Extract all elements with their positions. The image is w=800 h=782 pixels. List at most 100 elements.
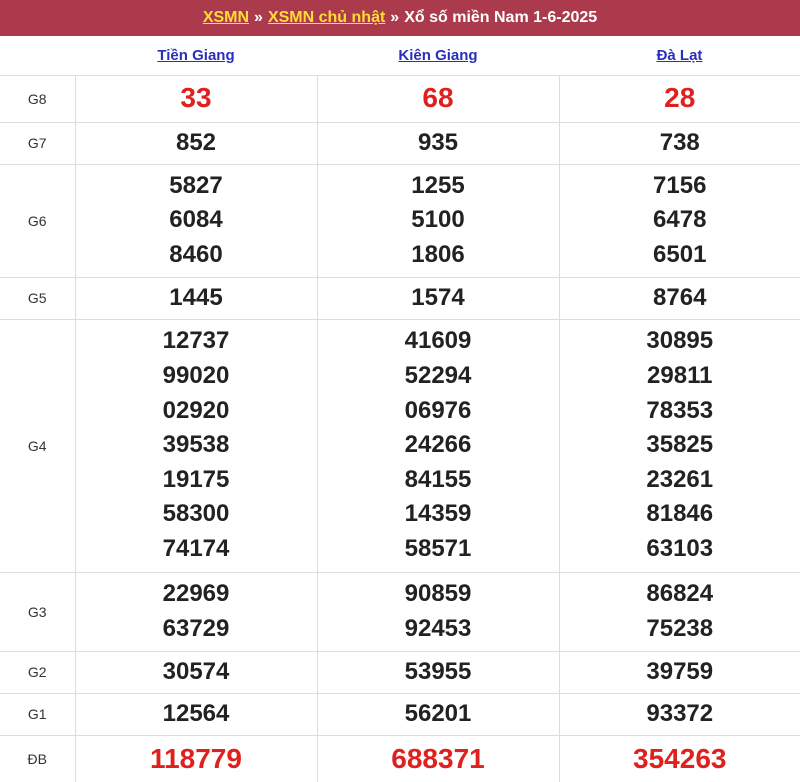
result-cell: 86824 75238 <box>558 572 800 652</box>
prize-label: G5 <box>0 277 75 320</box>
prize-label: ĐB <box>0 735 75 782</box>
result-cell: 30574 <box>74 651 317 694</box>
result-cell: 7156 6478 6501 <box>558 164 800 278</box>
result-number: 5827 <box>169 171 223 199</box>
result-number: 63729 <box>162 614 230 642</box>
result-cell: 1574 <box>316 277 559 320</box>
result-cell: 93372 <box>558 693 800 736</box>
result-number: 7156 <box>653 171 707 199</box>
result-number: 6478 <box>653 206 707 234</box>
result-number: 1806 <box>411 240 465 268</box>
result-cell: 12737 99020 02920 39538 19175 58300 74174 <box>74 319 317 573</box>
province-link-da-lat[interactable]: Đà Lạt <box>657 47 703 64</box>
result-cell: 39759 <box>558 651 800 694</box>
results-table: Tiền Giang Kiên Giang Đà Lạt G8 33 68 28 G7 8… <box>0 36 800 782</box>
result-cell: 688371 <box>316 735 559 782</box>
result-number: 78353 <box>646 396 714 424</box>
result-number: 84155 <box>404 465 472 493</box>
result-cell: 12564 <box>74 693 317 736</box>
province-header: Tiền Giang <box>75 36 317 76</box>
result-cell: 33 <box>74 75 317 123</box>
result-number: 8460 <box>169 240 223 268</box>
result-number: 92453 <box>404 614 472 642</box>
page-header: XSMN » XSMN chủ nhật » Xổ số miền Nam 1-… <box>0 0 800 36</box>
result-number: 24266 <box>404 431 472 459</box>
result-number: 118779 <box>150 742 242 774</box>
page-title: Xổ số miền Nam 1-6-2025 <box>404 9 598 26</box>
result-cell: 56201 <box>316 693 559 736</box>
result-cell: 8764 <box>558 277 800 320</box>
result-number: 63103 <box>646 534 714 562</box>
result-number: 58571 <box>404 534 472 562</box>
province-header-row: Tiền Giang Kiên Giang Đà Lạt <box>0 36 800 76</box>
prize-row-g2: G2 30574 53955 39759 <box>0 651 800 694</box>
result-number: 29811 <box>647 362 713 390</box>
prize-label: G2 <box>0 651 75 694</box>
result-number: 90859 <box>404 579 472 607</box>
prize-row-đb: ĐB 118779 688371 354263 <box>0 735 800 782</box>
province-link-tien-giang[interactable]: Tiền Giang <box>157 47 234 64</box>
prize-row-g3: G3 22969 63729 90859 92453 86824 75238 <box>0 572 800 652</box>
result-number: 6084 <box>169 206 223 234</box>
result-number: 688371 <box>391 742 485 774</box>
result-number: 12737 <box>162 327 230 355</box>
result-number: 12564 <box>162 699 230 727</box>
prize-row-g8: G8 33 68 28 <box>0 75 800 123</box>
prize-label: G6 <box>0 164 75 278</box>
prize-row-g7: G7 852 935 738 <box>0 122 800 165</box>
result-number: 86824 <box>646 579 714 607</box>
prize-label: G3 <box>0 572 75 652</box>
result-number: 02920 <box>162 396 230 424</box>
result-number: 1574 <box>411 283 465 311</box>
result-number: 354263 <box>633 742 727 774</box>
result-number: 93372 <box>646 699 714 727</box>
breadcrumb-separator: » <box>390 9 400 26</box>
prize-row-g5: G5 1445 1574 8764 <box>0 277 800 320</box>
result-number: 1255 <box>411 171 465 199</box>
result-cell: 354263 <box>558 735 800 782</box>
result-number: 30895 <box>646 327 714 355</box>
result-cell: 738 <box>558 122 800 165</box>
result-number: 33 <box>180 82 212 114</box>
result-number: 19175 <box>162 465 230 493</box>
result-number: 68 <box>422 82 454 114</box>
result-number: 22969 <box>162 579 230 607</box>
result-cell: 28 <box>558 75 800 123</box>
result-number: 14359 <box>404 500 472 528</box>
result-cell: 22969 63729 <box>74 572 317 652</box>
result-number: 738 <box>659 128 700 156</box>
result-cell: 68 <box>316 75 559 123</box>
result-number: 99020 <box>162 362 230 390</box>
result-cell: 852 <box>74 122 317 165</box>
result-number: 06976 <box>404 396 472 424</box>
result-number: 6501 <box>653 240 707 268</box>
result-number: 74174 <box>162 534 230 562</box>
prize-row-g6: G6 5827 6084 8460 1255 5100 1806 7156 6478 6501 <box>0 164 800 278</box>
result-number: 1445 <box>169 283 223 311</box>
prize-label: G8 <box>0 75 75 123</box>
result-number: 52294 <box>404 362 472 390</box>
prize-row-g1: G1 12564 56201 93372 <box>0 693 800 736</box>
result-number: 58300 <box>162 500 230 528</box>
result-number: 28 <box>664 82 696 114</box>
province-header: Kiên Giang <box>317 36 559 76</box>
result-cell: 118779 <box>74 735 317 782</box>
xsmn-link[interactable]: XSMN <box>203 9 249 27</box>
result-number: 8764 <box>653 283 707 311</box>
prize-label: G4 <box>0 319 75 573</box>
xsmn-sunday-link[interactable]: XSMN chủ nhật <box>268 9 385 27</box>
result-cell: 90859 92453 <box>316 572 559 652</box>
result-number: 56201 <box>404 699 472 727</box>
prize-label: G1 <box>0 693 75 736</box>
result-cell: 935 <box>316 122 559 165</box>
prize-column-header <box>0 36 75 76</box>
result-number: 5100 <box>411 206 465 234</box>
result-number: 39538 <box>162 431 230 459</box>
result-cell: 1445 <box>74 277 317 320</box>
result-cell: 41609 52294 06976 24266 84155 14359 58571 <box>316 319 559 573</box>
result-cell: 1255 5100 1806 <box>316 164 559 278</box>
result-number: 39759 <box>646 657 714 685</box>
result-number: 53955 <box>404 657 472 685</box>
province-link-kien-giang[interactable]: Kiên Giang <box>398 47 477 64</box>
result-cell: 5827 6084 8460 <box>74 164 317 278</box>
